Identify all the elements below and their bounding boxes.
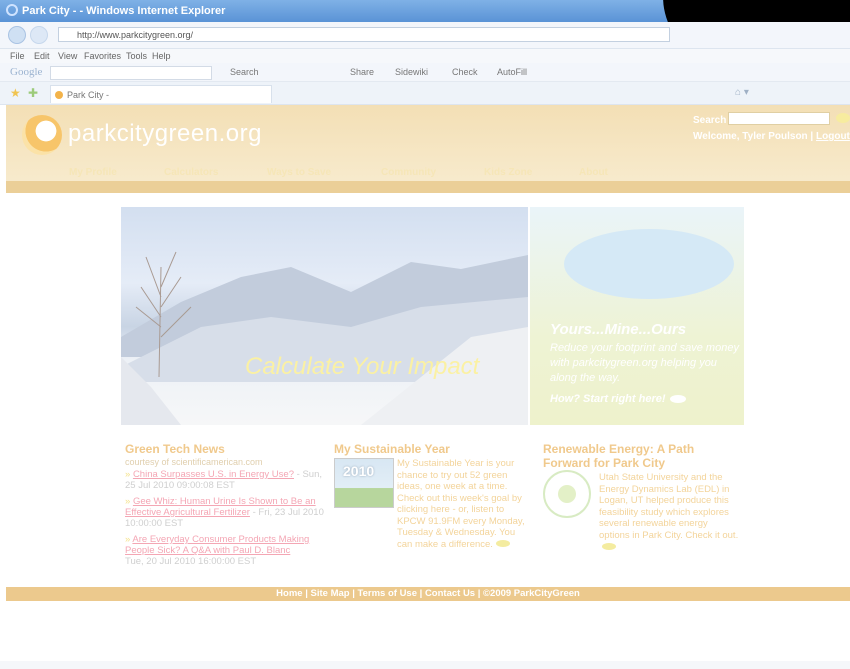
- back-button[interactable]: [8, 26, 26, 44]
- search-input[interactable]: [728, 112, 830, 125]
- nav-my-profile[interactable]: My Profile: [69, 167, 117, 178]
- year-title: My Sustainable Year: [334, 442, 450, 456]
- green-tech-news: Green Tech News courtesy of scientificam…: [125, 442, 325, 572]
- google-logo: Google: [10, 66, 43, 78]
- welcome-label: Welcome, Tyler Poulson |: [693, 131, 814, 142]
- menu-bar: File Edit View Favorites Tools Help: [0, 49, 850, 63]
- google-search-input[interactable]: [50, 66, 212, 80]
- welcome-text: Welcome, Tyler Poulson | Logout: [693, 131, 850, 142]
- year-badge[interactable]: 2010: [334, 458, 394, 508]
- hero-headline: Calculate Your Impact: [245, 353, 480, 380]
- browser-tab[interactable]: Park City -: [50, 85, 272, 103]
- news-link-3[interactable]: Are Everyday Consumer Products Making Pe…: [125, 534, 309, 556]
- mountain-illustration: [121, 251, 528, 425]
- logo-swirl-icon[interactable]: [22, 115, 62, 155]
- news-link-1[interactable]: China Surpasses U.S. in Energy Use?: [133, 469, 294, 480]
- sustainable-year: My Sustainable Year 2010 My Sustainable …: [334, 442, 534, 562]
- menu-tools[interactable]: Tools: [126, 51, 147, 61]
- search-label: Search: [693, 115, 727, 126]
- toolbar-autofill[interactable]: AutoFill: [497, 67, 527, 77]
- google-toolbar: Google Search Share Sidewiki Check AutoF…: [0, 63, 850, 82]
- toolbar-share[interactable]: Share: [350, 67, 374, 77]
- toolbar-sidewiki[interactable]: Sidewiki: [395, 67, 428, 77]
- year-text-body: My Sustainable Year is your chance to tr…: [397, 458, 525, 550]
- news-subtitle: courtesy of scientificamerican.com: [125, 457, 263, 467]
- promo-heading: Yours...Mine...Ours: [550, 321, 687, 338]
- arrow-icon[interactable]: [602, 542, 616, 550]
- footer-sitemap[interactable]: Site Map: [311, 588, 350, 599]
- bullet-icon: »: [125, 469, 133, 480]
- add-favorite-icon[interactable]: ✚: [28, 86, 38, 100]
- promo-cta[interactable]: How? Start right here!: [550, 393, 686, 405]
- news-item: » Gee Whiz: Human Urine Is Shown to Be a…: [125, 496, 325, 529]
- bullet-icon: »: [125, 496, 133, 507]
- nav-strip: [6, 181, 850, 193]
- ie-icon: [6, 4, 18, 16]
- promo-cta-label: How? Start right here!: [550, 393, 666, 405]
- arrow-icon[interactable]: [495, 540, 510, 548]
- tab-bar: ★ ✚ Park City - ⌂ ▾: [0, 82, 850, 105]
- status-bar: [0, 661, 850, 669]
- address-bar: http://www.parkcitygreen.org/: [0, 22, 850, 49]
- renew-text-body: Utah State University and the Energy Dyn…: [599, 472, 739, 541]
- toolbar-check[interactable]: Check: [452, 67, 478, 77]
- menu-edit[interactable]: Edit: [34, 51, 50, 61]
- toolbar-search[interactable]: Search: [230, 67, 259, 77]
- news-item: » China Surpasses U.S. in Energy Use? - …: [125, 469, 325, 491]
- menu-view[interactable]: View: [58, 51, 77, 61]
- logout-link[interactable]: Logout: [816, 131, 850, 142]
- forward-button[interactable]: [30, 26, 48, 44]
- menu-file[interactable]: File: [10, 51, 25, 61]
- nav-community[interactable]: Community: [381, 167, 436, 178]
- hero-banner[interactable]: Calculate Your Impact: [121, 207, 528, 425]
- promo-body: Reduce your footprint and save money wit…: [550, 342, 739, 384]
- favorites-star-icon[interactable]: ★: [10, 86, 21, 100]
- url-input[interactable]: http://www.parkcitygreen.org/: [58, 27, 670, 42]
- promo-panel[interactable]: Yours...Mine...Ours Reduce your footprin…: [530, 207, 744, 425]
- nav-ways-to-save[interactable]: Ways to Save: [267, 167, 331, 178]
- renew-text: Utah State University and the Energy Dyn…: [599, 472, 739, 553]
- arrow-icon: [669, 395, 686, 404]
- news-date-3: Tue, 20 Jul 2010 16:00:00 EST: [125, 556, 257, 567]
- main-nav: My Profile Calculators Ways to Save Comm…: [6, 165, 850, 181]
- footer-copyright: ©2009 ParkCityGreen: [483, 588, 580, 599]
- renewable-energy: Renewable Energy: A Path Forward for Par…: [543, 442, 743, 562]
- news-item: » Are Everyday Consumer Products Making …: [125, 534, 325, 567]
- renew-title: Renewable Energy: A Path Forward for Par…: [543, 442, 695, 470]
- news-title: Green Tech News: [125, 442, 225, 456]
- globe-shape: [564, 229, 734, 299]
- footer-home[interactable]: Home: [276, 588, 302, 599]
- window-title: Park City - - Windows Internet Explorer: [22, 5, 226, 17]
- year-text: My Sustainable Year is your chance to tr…: [397, 458, 529, 550]
- nav-about[interactable]: About: [579, 167, 608, 178]
- year-badge-label: 2010: [343, 463, 375, 479]
- search-go-icon[interactable]: [836, 113, 850, 123]
- menu-help[interactable]: Help: [152, 51, 171, 61]
- site-footer: Home | Site Map | Terms of Use | Contact…: [6, 587, 850, 601]
- nav-kids-zone[interactable]: Kids Zone: [484, 167, 532, 178]
- site-name[interactable]: parkcitygreen.org: [68, 120, 262, 148]
- footer-contact[interactable]: Contact Us: [425, 588, 475, 599]
- menu-favorites[interactable]: Favorites: [84, 51, 121, 61]
- footer-terms[interactable]: Terms of Use: [358, 588, 417, 599]
- sun-icon[interactable]: [543, 470, 591, 518]
- nav-calculators[interactable]: Calculators: [164, 167, 218, 178]
- home-icon[interactable]: ⌂ ▾: [735, 87, 749, 98]
